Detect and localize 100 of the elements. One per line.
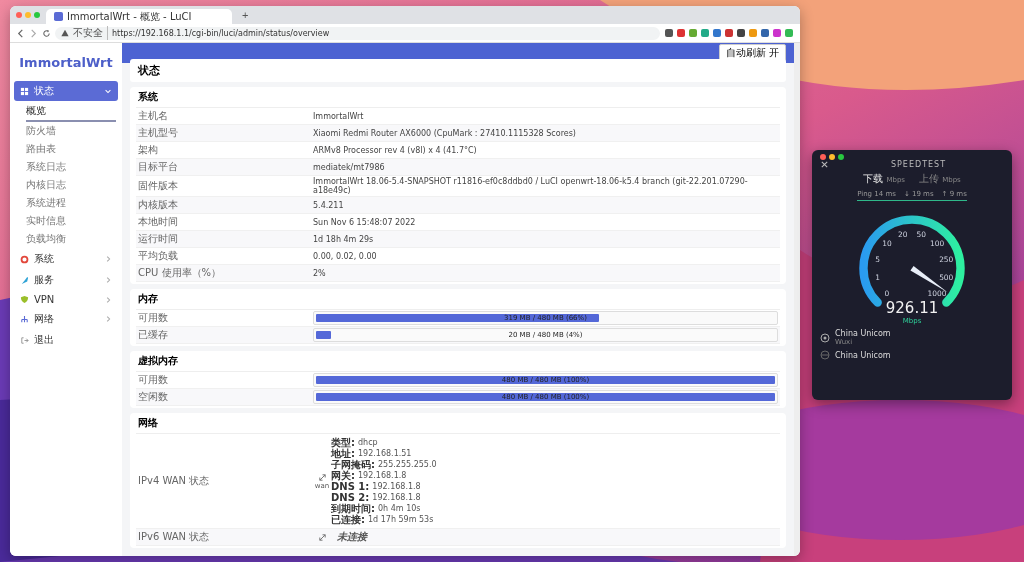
address-bar[interactable]: 不安全 https://192.168.1.1/cgi-bin/luci/admin/status/overview xyxy=(55,26,660,40)
menu-item[interactable]: 退出 xyxy=(14,330,118,350)
detail-value: dhcp xyxy=(358,437,378,448)
gauge-label: 250 xyxy=(939,254,954,264)
menu-item[interactable]: VPN xyxy=(14,291,118,308)
section-title: 虚拟内存 xyxy=(136,351,780,372)
gauge-label: 500 xyxy=(939,273,954,283)
detail-value: 192.168.1.8 xyxy=(358,470,407,481)
detail-value: 192.168.1.8 xyxy=(372,481,421,492)
provider-name: China Unicom xyxy=(835,350,891,360)
row-value: 2% xyxy=(313,268,327,278)
detail-key: 子网掩码: xyxy=(331,459,375,470)
close-icon[interactable] xyxy=(820,160,829,169)
ethernet-icon xyxy=(317,472,327,482)
chevron-icon xyxy=(104,255,112,263)
detail-key: 到期时间: xyxy=(331,503,375,514)
row-value: 5.4.211 xyxy=(313,200,345,210)
row-label: 目标平台 xyxy=(138,160,179,174)
row-label: 本地时间 xyxy=(138,215,179,229)
section-title: 内存 xyxy=(136,289,780,310)
grid-icon xyxy=(20,86,29,96)
submenu-item[interactable]: 概览 xyxy=(26,102,116,122)
row-label: 架构 xyxy=(138,143,159,157)
row-label: 运行时间 xyxy=(138,232,179,246)
warning-icon xyxy=(61,29,69,37)
menu-item[interactable]: 状态 xyxy=(14,81,118,101)
ethernet-icon xyxy=(317,532,327,542)
gauge-label: 0 xyxy=(884,289,890,299)
row-label: 平均负载 xyxy=(138,249,179,263)
row-label: 已缓存 xyxy=(138,328,169,342)
reload-icon[interactable] xyxy=(42,28,51,38)
row-label: 可用数 xyxy=(138,311,169,325)
detail-value: 192.168.1.8 xyxy=(372,492,421,503)
detail-value: 255.255.255.0 xyxy=(378,459,437,470)
shield-icon xyxy=(20,295,29,304)
submenu-item[interactable]: 路由表 xyxy=(26,140,116,158)
row-value: 0.00, 0.02, 0.00 xyxy=(313,251,378,261)
row-value: ARMv8 Processor rev 4 (v8l) x 4 (41.7°C) xyxy=(313,145,478,155)
submenu-item[interactable]: 系统进程 xyxy=(26,194,116,212)
section-title: 网络 xyxy=(136,413,780,434)
connection-status: 未连接 xyxy=(337,530,367,544)
globe-icon xyxy=(820,350,830,360)
row-value: Xiaomi Redmi Router AX6000 (CpuMark : 27410.1115328 Scores) xyxy=(313,128,577,138)
speed-value: 926.11 xyxy=(885,299,939,317)
detail-key: DNS 1: xyxy=(331,481,370,492)
brush-icon xyxy=(20,275,29,285)
row-value: Sun Nov 6 15:48:07 2022 xyxy=(313,217,417,227)
detail-value: 192.168.1.51 xyxy=(358,448,412,459)
section-title: 系统 xyxy=(136,87,780,108)
browser-tab[interactable]: ImmortalWrt - 概览 - LuCI xyxy=(46,9,232,24)
network-icon xyxy=(20,314,29,324)
submenu-item[interactable]: 内核日志 xyxy=(26,176,116,194)
row-label: IPv6 WAN 状态 xyxy=(138,530,211,544)
detail-key: 地址: xyxy=(331,448,355,459)
detail-value: 0h 4m 10s xyxy=(378,503,421,514)
row-label: 内核版本 xyxy=(138,198,179,212)
row-label: 主机型号 xyxy=(138,126,179,140)
detail-key: 网关: xyxy=(331,470,355,481)
gauge-label: 1 xyxy=(875,273,881,283)
server-name: China Unicom xyxy=(835,329,891,338)
logo: ImmortalWrt xyxy=(18,54,114,72)
gauge-label: 5 xyxy=(875,254,881,264)
row-value: 1d 18h 4m 29s xyxy=(313,234,375,244)
row-label: IPv4 WAN 状态 xyxy=(138,474,211,488)
detail-value: 1d 17h 59m 53s xyxy=(368,514,434,525)
gauge-label: 10 xyxy=(882,238,892,248)
url-text: https://192.168.1.1/cgi-bin/luci/admin/status/overview xyxy=(112,28,330,38)
security-label: 不安全 xyxy=(73,26,108,40)
menu-item[interactable]: 服务 xyxy=(14,270,118,290)
submenu-item[interactable]: 负载均衡 xyxy=(26,230,116,248)
chevron-icon xyxy=(104,315,112,323)
row-label: 可用数 xyxy=(138,373,169,387)
server-icon xyxy=(820,332,830,343)
app-title: SPEEDTEST xyxy=(889,160,948,169)
gauge-label: 100 xyxy=(929,238,945,248)
row-value: ImmortalWrt xyxy=(313,111,365,121)
row-label: 空闲数 xyxy=(138,390,169,404)
logout-icon xyxy=(20,335,29,345)
row-value: mediatek/mt7986 xyxy=(313,162,386,172)
detail-key: 已连接: xyxy=(331,514,365,525)
row-value: ImmortalWrt 18.06-5.4-SNAPSHOT r11816-ef0c8ddbd0 / LuCI openwrt-18.06-k5.4 branch (git-22.201.07290-a18e49c) xyxy=(313,177,749,195)
gear-icon xyxy=(20,254,29,264)
menu-item[interactable]: 系统 xyxy=(14,249,118,269)
favicon-icon xyxy=(54,12,63,21)
chevron-icon xyxy=(104,276,112,284)
row-label: 主机名 xyxy=(138,109,169,123)
gauge-label: 50 xyxy=(916,229,926,239)
submenu-item[interactable]: 实时信息 xyxy=(26,212,116,230)
submenu-item[interactable]: 防火墙 xyxy=(26,122,116,140)
page-title: 状态 xyxy=(130,59,786,82)
gauge-label: 1000 xyxy=(927,289,947,299)
chevron-icon xyxy=(104,295,112,304)
back-icon[interactable] xyxy=(16,28,25,38)
menu-item[interactable]: 网络 xyxy=(14,309,118,329)
detail-key: 类型: xyxy=(331,437,355,448)
tab-title: ImmortalWrt - 概览 - LuCI xyxy=(67,9,192,24)
new-tab-button[interactable]: + xyxy=(238,9,253,21)
submenu-item[interactable]: 系统日志 xyxy=(26,158,116,176)
chevron-icon xyxy=(104,87,112,95)
gauge-label: 20 xyxy=(898,229,908,239)
